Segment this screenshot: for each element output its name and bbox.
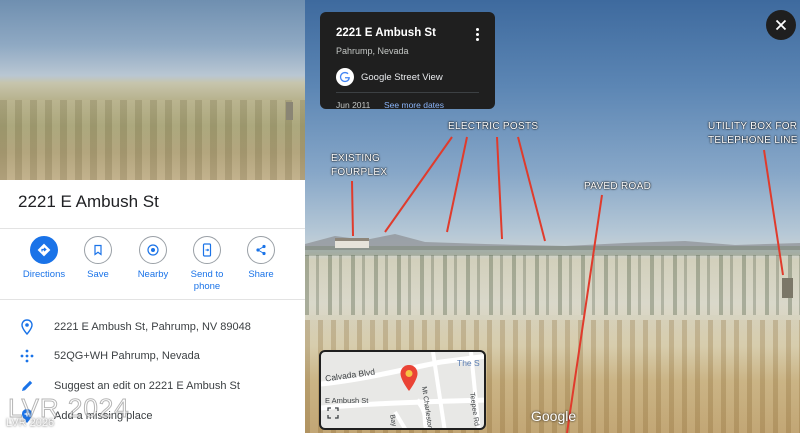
bookmark-icon bbox=[84, 236, 112, 264]
street-view-info-card: 2221 E Ambush St Pahrump, Nevada Google … bbox=[320, 12, 495, 110]
share-icon bbox=[247, 236, 275, 264]
capture-date: Jun 2011 bbox=[336, 100, 371, 110]
place-title: 2221 E Ambush St bbox=[18, 192, 159, 211]
location-pin-icon bbox=[18, 318, 36, 336]
share-button[interactable]: Share bbox=[233, 236, 289, 281]
send-to-phone-icon bbox=[193, 236, 221, 264]
plus-code-text: 52QG+WH Pahrump, Nevada bbox=[54, 350, 200, 362]
send-to-phone-label: Send to phone bbox=[190, 269, 224, 292]
send-to-phone-button[interactable]: Send to phone bbox=[179, 236, 235, 293]
nearby-icon bbox=[139, 236, 167, 264]
annotation-paved-road: PAVED ROAD bbox=[584, 181, 652, 192]
annotation-telephone-line: TELEPHONE LINE bbox=[708, 135, 798, 146]
nearby-label: Nearby bbox=[137, 269, 169, 280]
map-label-the-s: The S bbox=[457, 358, 480, 368]
directions-button[interactable]: Directions bbox=[16, 236, 72, 281]
address-row[interactable]: 2221 E Ambush St, Pahrump, NV 89048 bbox=[0, 314, 305, 340]
directions-icon bbox=[30, 236, 58, 264]
card-source: Google Street View bbox=[361, 72, 443, 83]
see-more-dates-link[interactable]: See more dates bbox=[384, 100, 444, 110]
location-marker-icon bbox=[400, 365, 418, 391]
place-panel: 2221 E Ambush St Directions Save Nearby … bbox=[0, 0, 305, 433]
more-options-icon[interactable] bbox=[476, 28, 480, 43]
save-button[interactable]: Save bbox=[70, 236, 126, 281]
plus-code-icon bbox=[18, 347, 36, 365]
photo-post bbox=[286, 102, 293, 120]
plus-code-row[interactable]: 52QG+WH Pahrump, Nevada bbox=[0, 343, 305, 369]
directions-label: Directions bbox=[22, 269, 66, 280]
card-subtitle: Pahrump, Nevada bbox=[336, 46, 409, 56]
watermark-small: LVR 2026 bbox=[6, 417, 55, 429]
card-title: 2221 E Ambush St bbox=[336, 27, 436, 39]
photo-brush bbox=[0, 100, 305, 180]
map-label-ambush: E Ambush St bbox=[325, 396, 369, 405]
save-label: Save bbox=[87, 269, 109, 280]
action-bar: Directions Save Nearby Send to phone Sha… bbox=[0, 228, 305, 298]
annotation-utility-box: UTILITY BOX FOR bbox=[708, 121, 798, 132]
divider bbox=[0, 299, 305, 300]
place-photo[interactable] bbox=[0, 0, 305, 180]
expand-icon[interactable] bbox=[327, 407, 339, 419]
google-logo: Google bbox=[531, 408, 577, 424]
close-icon bbox=[775, 19, 787, 31]
minimap[interactable]: Calvada Blvd E Ambush St Mt Charleston D… bbox=[319, 350, 486, 430]
suggest-edit-text: Suggest an edit on 2221 E Ambush St bbox=[54, 380, 240, 392]
annotation-existing: EXISTING bbox=[331, 153, 381, 164]
share-label: Share bbox=[248, 269, 274, 280]
close-button[interactable] bbox=[766, 10, 796, 40]
annotation-fourplex: FOURPLEX bbox=[331, 167, 388, 178]
address-text: 2221 E Ambush St, Pahrump, NV 89048 bbox=[54, 321, 251, 333]
annotation-electric-posts: ELECTRIC POSTS bbox=[448, 121, 539, 132]
street-view[interactable]: EXISTING FOURPLEX ELECTRIC POSTS PAVED R… bbox=[305, 0, 800, 433]
nearby-button[interactable]: Nearby bbox=[125, 236, 181, 281]
card-separator bbox=[336, 92, 479, 93]
google-street-view-icon bbox=[336, 68, 354, 86]
